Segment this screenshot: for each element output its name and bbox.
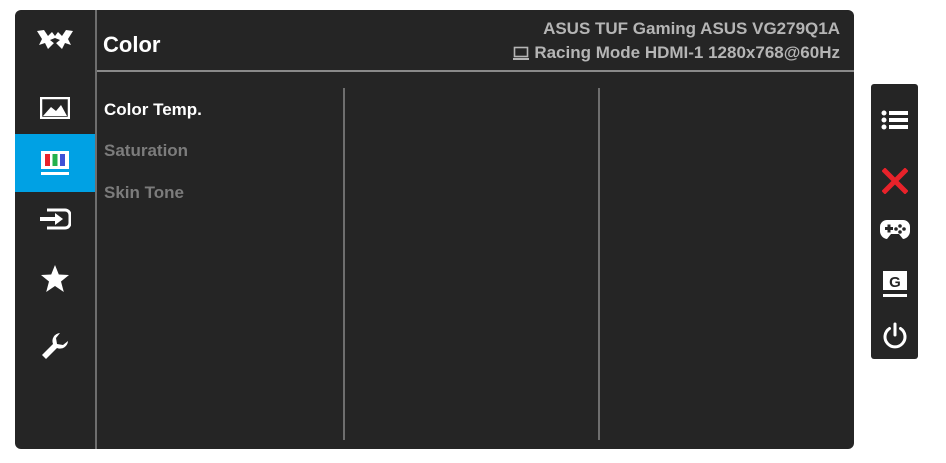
gameplus-key[interactable]: G	[871, 267, 918, 301]
menu-item-color-temp[interactable]: Color Temp.	[104, 100, 202, 120]
menu-item-skin-tone[interactable]: Skin Tone	[104, 183, 184, 203]
image-icon	[40, 97, 70, 119]
sidebar-item-system-setup[interactable]	[15, 317, 95, 375]
power-icon	[883, 322, 906, 349]
column-divider-2	[598, 88, 600, 440]
sidebar-item-color[interactable]	[15, 134, 95, 192]
header-divider	[97, 70, 854, 72]
menu-list-icon	[881, 110, 908, 130]
gamepad-icon	[879, 220, 910, 239]
sidebar-item-image[interactable]	[15, 79, 95, 137]
sidebar	[15, 10, 95, 449]
sidebar-item-favorite[interactable]	[15, 250, 95, 308]
color-icon	[41, 151, 69, 175]
svg-text:G: G	[889, 274, 901, 291]
osd-panel: Color ASUS TUF Gaming ASUS VG279Q1A Raci…	[15, 10, 854, 449]
page-title: Color	[103, 32, 161, 57]
header: Color ASUS TUF Gaming ASUS VG279Q1A Raci…	[97, 10, 854, 71]
monitor-model: ASUS TUF Gaming ASUS VG279Q1A	[543, 19, 840, 38]
key-guide-panel: G	[871, 84, 918, 359]
sidebar-divider	[95, 10, 97, 449]
monitor-icon	[513, 46, 530, 60]
power-key[interactable]	[871, 319, 918, 353]
input-select-icon	[40, 208, 71, 230]
column-divider-1	[343, 88, 345, 440]
star-icon	[41, 265, 69, 292]
menu-item-saturation[interactable]: Saturation	[104, 141, 188, 161]
close-key[interactable]	[871, 164, 918, 198]
sidebar-item-input-select[interactable]	[15, 190, 95, 248]
gameplus-g-icon: G	[882, 271, 907, 297]
wrench-icon	[42, 333, 68, 359]
menu-key[interactable]	[871, 103, 918, 137]
gamevisual-key[interactable]	[871, 212, 918, 246]
status-text: Racing Mode HDMI-1 1280x768@60Hz	[534, 43, 840, 62]
tuf-logo-icon	[37, 30, 73, 49]
close-icon	[881, 168, 908, 194]
status-line: Racing Mode HDMI-1 1280x768@60Hz	[513, 43, 840, 63]
tuf-logo	[15, 10, 95, 70]
